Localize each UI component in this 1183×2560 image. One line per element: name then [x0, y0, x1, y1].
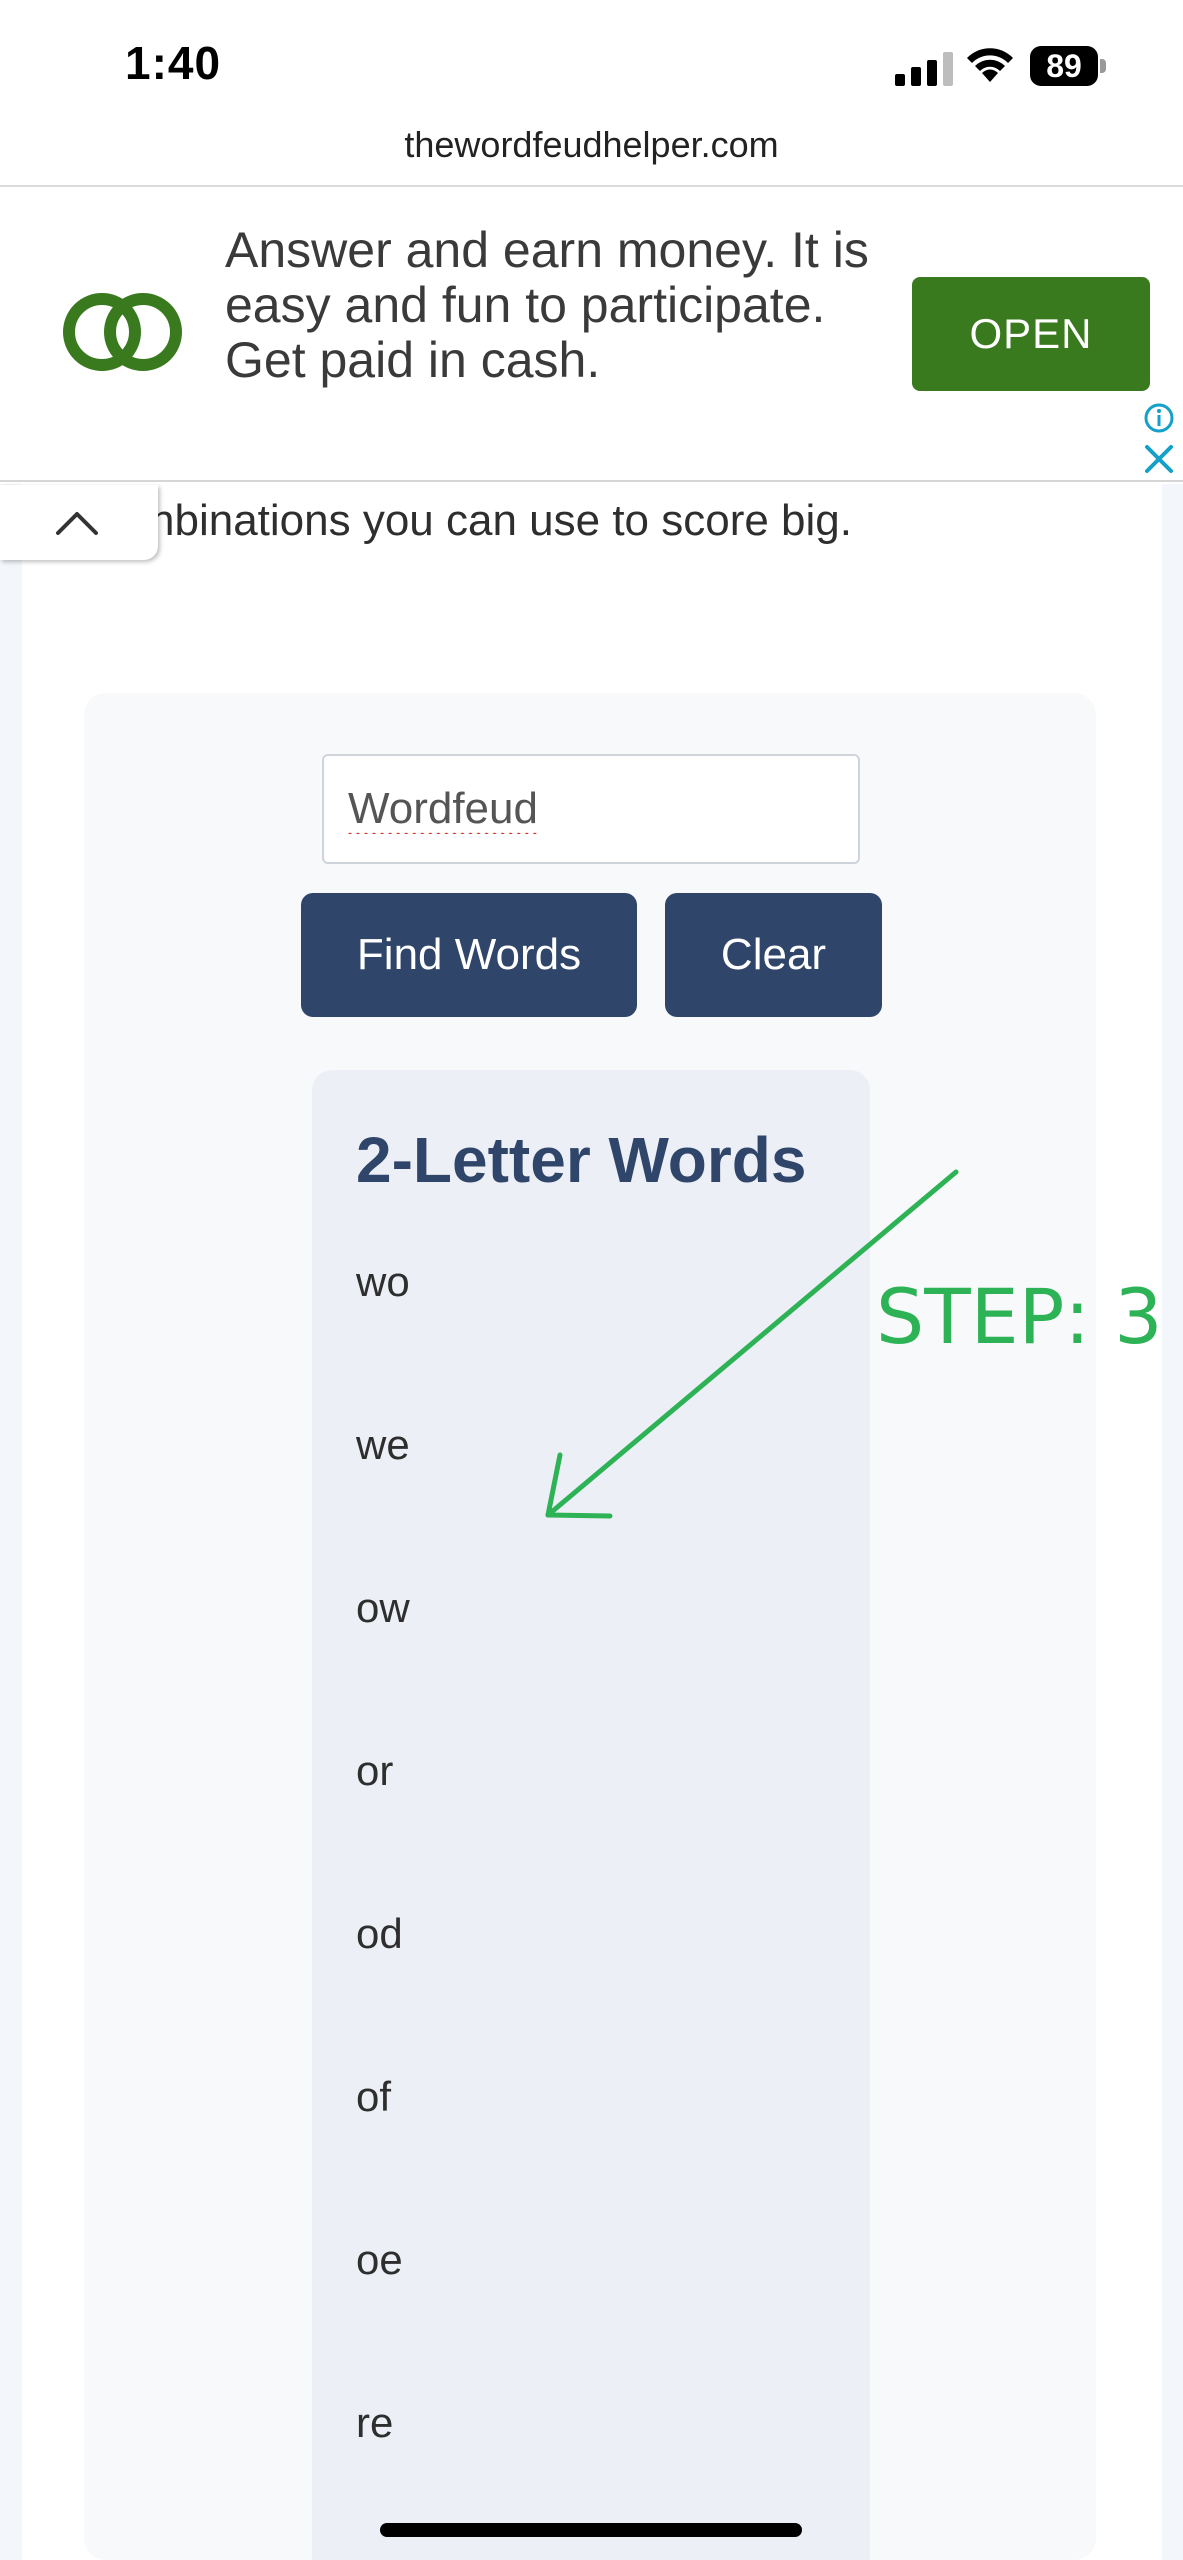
- home-indicator[interactable]: [380, 2523, 802, 2537]
- cellular-signal-icon: [895, 52, 953, 86]
- battery-icon: 89: [1030, 46, 1106, 86]
- close-icon[interactable]: [1141, 441, 1177, 477]
- browser-url[interactable]: thewordfeudhelper.com: [0, 124, 1183, 166]
- ad-text: Answer and earn money. It is easy and fu…: [225, 222, 869, 388]
- word-item: or: [356, 1747, 394, 1794]
- collapse-ad-button[interactable]: [0, 485, 158, 560]
- word-item: oe: [356, 2236, 403, 2283]
- word-item: of: [356, 2073, 392, 2120]
- ad-open-button[interactable]: OPEN: [912, 277, 1150, 391]
- word-item: we: [356, 1421, 410, 1468]
- letters-input[interactable]: [322, 754, 860, 864]
- wifi-icon: [967, 48, 1013, 82]
- word-item: re: [356, 2399, 394, 2446]
- word-item: od: [356, 1910, 403, 1957]
- info-icon[interactable]: [1143, 402, 1175, 434]
- status-time: 1:40: [125, 37, 222, 89]
- status-bar: 1:40 89 thewordfeudhelper.com: [0, 0, 1183, 165]
- find-words-button[interactable]: Find Words: [301, 893, 637, 1017]
- ad-banner[interactable]: Answer and earn money. It is easy and fu…: [0, 185, 1183, 482]
- arrow-annotation-icon: [545, 1169, 959, 1519]
- intro-text: nbinations you can use to score big.: [150, 496, 853, 545]
- ad-logo-icon: [63, 293, 182, 371]
- battery-level: 89: [1046, 48, 1082, 84]
- word-item: wo: [356, 1258, 410, 1305]
- word-item: ow: [356, 1584, 410, 1631]
- chevron-up-icon: [56, 512, 98, 535]
- clear-button[interactable]: Clear: [665, 893, 882, 1017]
